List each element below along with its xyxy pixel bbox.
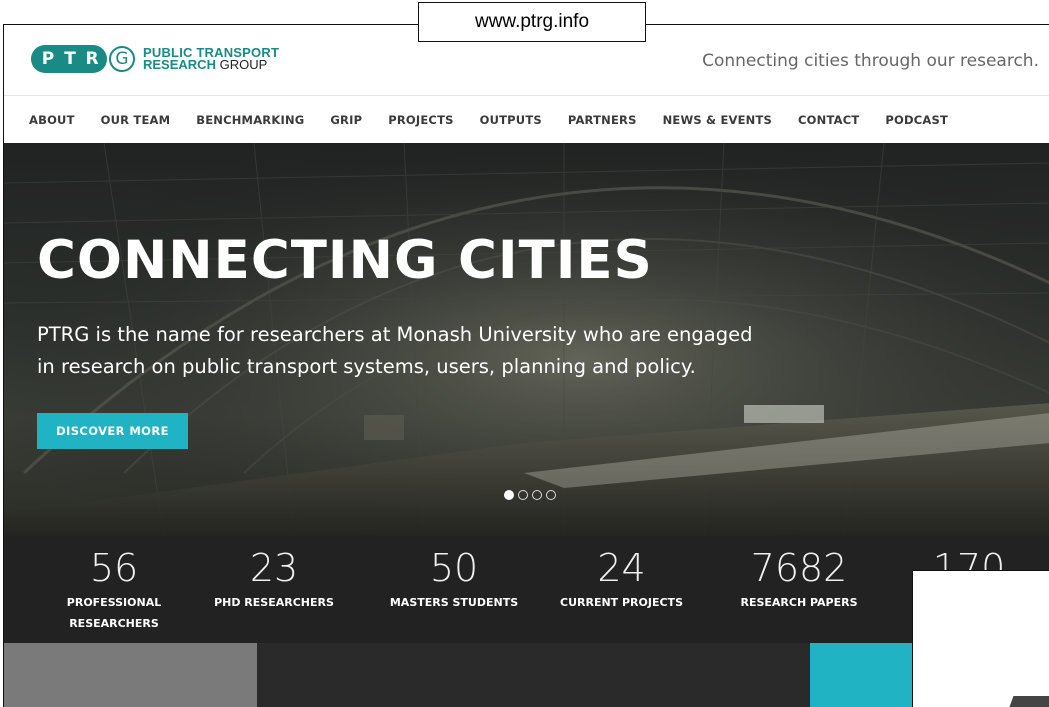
stat-current-projects: 24 CURRENT PROJECTS — [544, 548, 699, 613]
stat-label-line1: PROFESSIONAL — [66, 596, 162, 609]
slider-dots — [504, 490, 560, 500]
stat-label: PROFESSIONAL RESEARCHERS — [34, 592, 194, 634]
nav-item-grip[interactable]: GRIP — [330, 113, 362, 127]
nav-item-our-team[interactable]: OUR TEAM — [101, 113, 171, 127]
stat-number: 23 — [249, 546, 299, 590]
hero-description: PTRG is the name for researchers at Mona… — [37, 319, 797, 383]
discover-more-button[interactable]: DISCOVER MORE — [37, 413, 188, 449]
url-label: www.ptrg.info — [418, 2, 646, 42]
stat-label: CURRENT PROJECTS — [560, 596, 683, 609]
stat-label: PHD RESEARCHERS — [214, 596, 334, 609]
stat-label-line2: RESEARCHERS — [69, 617, 159, 630]
stats-bar: 56 PROFESSIONAL RESEARCHERS 23 PHD RESEA… — [4, 536, 1049, 643]
feature-tiles — [4, 643, 1049, 707]
slider-dot-3[interactable] — [532, 490, 542, 500]
hero-slider: CONNECTING CITIES PTRG is the name for r… — [4, 143, 1049, 536]
nav-item-podcast[interactable]: PODCAST — [885, 113, 948, 127]
stat-label: RESEARCH PAPERS — [740, 596, 858, 609]
nav-item-news-events[interactable]: NEWS & EVENTS — [663, 113, 772, 127]
logo-line2-bold: RESEARCH — [143, 57, 216, 72]
stat-number: 56 — [89, 546, 139, 590]
stat-number: 7682 — [750, 546, 848, 590]
site-tagline: Connecting cities through our research. — [702, 51, 1039, 71]
logo-line2-normal: GROUP — [215, 57, 268, 72]
logo-letter-g: G — [109, 46, 135, 72]
feature-tile-gray[interactable] — [4, 643, 257, 707]
stat-masters-students: 50 MASTERS STUDENTS — [369, 548, 539, 613]
hero-description-line1: PTRG is the name for researchers at Mona… — [37, 323, 753, 346]
slider-dot-4[interactable] — [546, 490, 556, 500]
nav-item-contact[interactable]: CONTACT — [798, 113, 859, 127]
hero-title: CONNECTING CITIES — [37, 230, 653, 291]
logo-letter-t: T — [64, 49, 76, 69]
main-nav: ABOUT OUR TEAM BENCHMARKING GRIP PROJECT… — [4, 95, 1049, 143]
nav-item-partners[interactable]: PARTNERS — [568, 113, 637, 127]
nav-item-outputs[interactable]: OUTPUTS — [480, 113, 542, 127]
logo-letter-r: R — [85, 49, 99, 69]
hero-description-line2: in research on public transport systems,… — [37, 355, 696, 378]
logo-line2: RESEARCH GROUP — [143, 57, 279, 72]
stat-professional-researchers: 56 PROFESSIONAL RESEARCHERS — [34, 548, 194, 634]
stat-number: 24 — [597, 546, 646, 590]
browser-frame: P T R G PUBLIC TRANSPORT RESEARCH GROUP … — [3, 24, 1049, 707]
stat-phd-researchers: 23 PHD RESEARCHERS — [199, 548, 349, 613]
site-logo[interactable]: P T R G PUBLIC TRANSPORT RESEARCH GROUP — [31, 45, 279, 73]
stat-research-papers: 7682 RESEARCH PAPERS — [719, 548, 879, 613]
nav-item-benchmarking[interactable]: BENCHMARKING — [196, 113, 304, 127]
nav-item-about[interactable]: ABOUT — [29, 113, 75, 127]
slider-dot-2[interactable] — [518, 490, 528, 500]
slider-dot-1[interactable] — [504, 490, 514, 500]
overlay-shape — [1002, 696, 1049, 707]
stat-number: 50 — [429, 546, 479, 590]
stat-label: MASTERS STUDENTS — [389, 596, 519, 609]
overlay-panel — [912, 570, 1049, 707]
logo-letter-p: P — [41, 49, 55, 69]
logo-text: PUBLIC TRANSPORT RESEARCH GROUP — [143, 46, 279, 72]
logo-mark: P T R — [31, 45, 107, 73]
nav-item-projects[interactable]: PROJECTS — [388, 113, 453, 127]
